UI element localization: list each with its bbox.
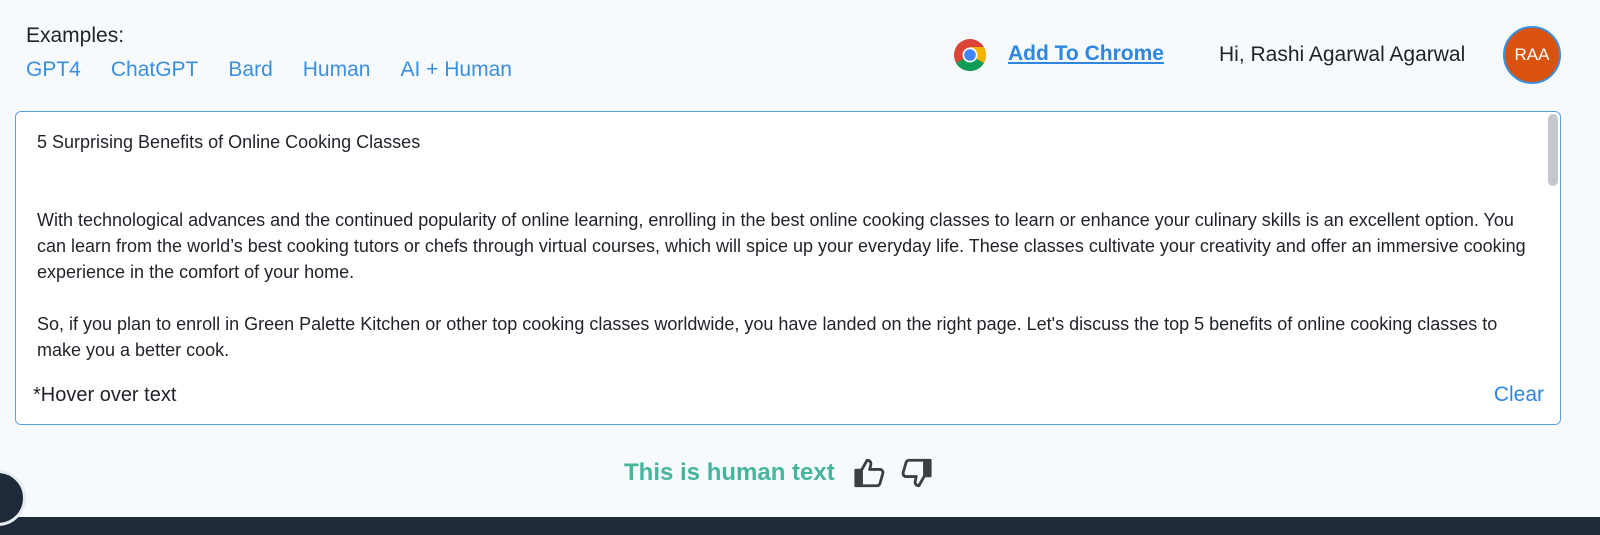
example-link-ai-human[interactable]: AI + Human bbox=[400, 58, 511, 82]
hover-hint: *Hover over text bbox=[33, 384, 177, 406]
example-link-chatgpt[interactable]: ChatGPT bbox=[111, 58, 199, 82]
result-text: This is human text bbox=[624, 459, 835, 486]
editor-footer bbox=[16, 367, 1560, 424]
clear-button[interactable]: Clear bbox=[1494, 383, 1544, 407]
user-greeting: Hi, Rashi Agarwal Agarwal bbox=[1219, 43, 1466, 66]
add-to-chrome-link[interactable]: Add To Chrome bbox=[1008, 42, 1164, 66]
editor-content[interactable]: 5 Surprising Benefits of Online Cooking … bbox=[37, 129, 1532, 363]
examples-links: GPT4 ChatGPT Bard Human AI + Human bbox=[26, 58, 512, 82]
chrome-icon[interactable] bbox=[953, 38, 987, 72]
article-paragraph: With technological advances and the cont… bbox=[37, 210, 1526, 282]
bottom-bar bbox=[0, 517, 1600, 535]
example-link-human[interactable]: Human bbox=[303, 58, 371, 82]
example-link-gpt4[interactable]: GPT4 bbox=[26, 58, 81, 82]
article-title: 5 Surprising Benefits of Online Cooking … bbox=[37, 132, 421, 152]
text-editor[interactable]: 5 Surprising Benefits of Online Cooking … bbox=[15, 111, 1561, 425]
header: Examples: GPT4 ChatGPT Bard Human AI + H… bbox=[0, 0, 1600, 110]
avatar[interactable]: RAA bbox=[1503, 26, 1561, 84]
examples-label: Examples: bbox=[26, 24, 125, 47]
editor-scrollbar[interactable] bbox=[1548, 114, 1558, 186]
example-link-bard[interactable]: Bard bbox=[228, 58, 272, 82]
thumbs-down-icon[interactable] bbox=[899, 456, 933, 490]
article-paragraph: So, if you plan to enroll in Green Palet… bbox=[37, 314, 1498, 360]
detection-result: This is human text bbox=[624, 456, 933, 490]
thumbs-up-icon[interactable] bbox=[853, 456, 887, 490]
